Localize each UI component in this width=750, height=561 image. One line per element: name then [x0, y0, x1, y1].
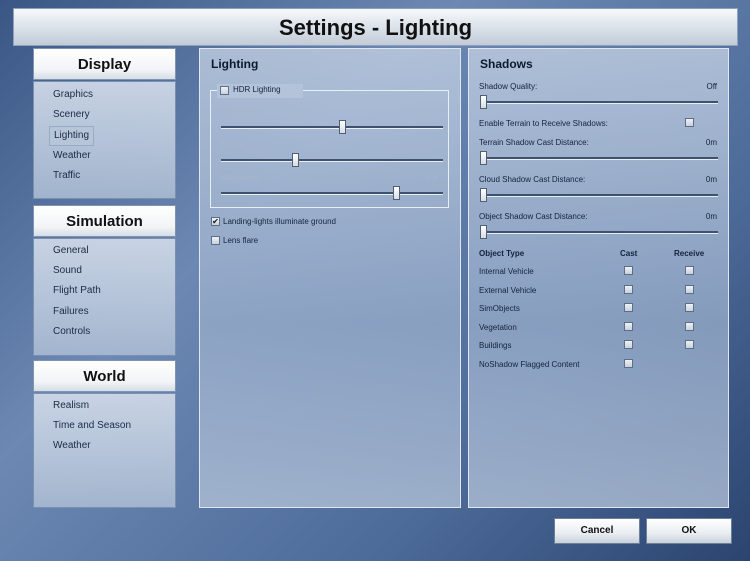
shadow-row-label: NoShadow Flagged Content — [479, 359, 580, 369]
cast-header: Cast — [620, 249, 638, 258]
hdr-lighting-group: HDR Lighting Brightness: 1.1 Bloom: 1 Sa… — [210, 84, 449, 208]
brightness-slider[interactable] — [221, 126, 443, 129]
saturation-slider[interactable] — [221, 192, 443, 195]
nav-header-world[interactable]: World — [33, 360, 176, 392]
terrain-receive-checkbox[interactable] — [685, 118, 694, 127]
shadows-panel: Shadows Shadow Quality: Off Enable Terra… — [468, 48, 729, 508]
settings-window: Settings - Lighting Display Graphics Sce… — [0, 0, 750, 561]
shadow-row-label: External Vehicle — [479, 285, 537, 295]
shadow-row-label: SimObjects — [479, 304, 520, 313]
shadow-row-label: Vegetation — [479, 322, 517, 332]
nav-item-weather-display[interactable]: Weather — [49, 147, 95, 165]
bloom-value: 1 — [433, 140, 438, 149]
hdr-legend: HDR Lighting — [217, 84, 303, 98]
shadow-quality-slider[interactable] — [480, 101, 718, 104]
lens-flare-checkbox[interactable] — [211, 236, 220, 245]
shadow-receive-checkbox[interactable] — [685, 340, 694, 349]
window-title: Settings - Lighting — [278, 15, 473, 40]
bloom-slider[interactable] — [221, 159, 443, 162]
landing-lights-label: Landing-lights illuminate ground — [223, 217, 336, 226]
cloud-cast-label: Cloud Shadow Cast Distance: — [479, 175, 586, 184]
shadow-cast-checkbox[interactable] — [624, 284, 633, 294]
title-bar: Settings - Lighting — [13, 8, 738, 46]
nav-header-simulation[interactable]: Simulation — [33, 205, 176, 237]
shadow-receive-checkbox[interactable] — [685, 266, 694, 275]
saturation-slider-thumb[interactable] — [393, 186, 400, 200]
cloud-cast-slider-thumb[interactable] — [480, 188, 487, 202]
terrain-cast-label: Terrain Shadow Cast Distance: — [479, 138, 589, 147]
object-cast-label: Object Shadow Cast Distance: — [479, 212, 588, 221]
nav-item-failures[interactable]: Failures — [49, 303, 93, 321]
nav-item-general[interactable]: General — [49, 242, 93, 260]
nav-item-scenery[interactable]: Scenery — [49, 106, 94, 124]
bloom-slider-thumb[interactable] — [291, 153, 299, 167]
nav-item-graphics[interactable]: Graphics — [49, 86, 97, 104]
terrain-cast-slider[interactable] — [480, 157, 718, 160]
cloud-cast-value: 0m — [705, 175, 717, 184]
nav-item-flight-path[interactable]: Flight Path — [49, 282, 105, 300]
shadow-cast-checkbox[interactable] — [624, 340, 633, 349]
shadows-panel-title: Shadows — [480, 57, 533, 71]
shadow-receive-checkbox[interactable] — [685, 284, 694, 294]
shadow-quality-slider-thumb[interactable] — [480, 95, 487, 109]
lighting-panel: Lighting HDR Lighting Brightness: 1.1 Bl… — [199, 48, 461, 508]
shadow-cast-checkbox[interactable] — [624, 358, 633, 368]
shadow-row-label: Internal Vehicle — [479, 267, 534, 276]
cloud-cast-slider[interactable] — [480, 194, 718, 197]
object-cast-slider[interactable] — [480, 231, 718, 234]
nav-group-world: Realism Time and Season Weather — [33, 393, 176, 508]
terrain-cast-slider-thumb[interactable] — [480, 151, 487, 165]
shadow-receive-checkbox[interactable] — [685, 303, 694, 312]
shadow-quality-label: Shadow Quality: — [479, 82, 538, 91]
shadow-cast-checkbox[interactable] — [624, 321, 633, 331]
nav-item-traffic[interactable]: Traffic — [49, 167, 84, 185]
nav-item-lighting[interactable]: Lighting — [49, 126, 95, 146]
lighting-panel-title: Lighting — [211, 57, 259, 71]
nav-item-sound[interactable]: Sound — [49, 262, 86, 280]
landing-lights-checkbox[interactable]: ✔ — [211, 217, 220, 226]
nav-item-time-and-season[interactable]: Time and Season — [49, 417, 135, 435]
terrain-receive-label: Enable Terrain to Receive Shadows: — [479, 119, 608, 128]
shadow-cast-checkbox[interactable] — [624, 266, 633, 275]
nav-group-display: Graphics Scenery Lighting Weather Traffi… — [33, 81, 176, 199]
terrain-cast-value: 0m — [705, 138, 717, 147]
saturation-label: Saturation: — [221, 173, 260, 182]
shadow-row-label: Buildings — [479, 341, 512, 350]
brightness-value: 1.1 — [426, 107, 438, 116]
object-type-header: Object Type — [479, 249, 525, 258]
brightness-label: Brightness: — [221, 107, 262, 116]
shadow-quality-value: Off — [706, 82, 717, 91]
hdr-lighting-checkbox[interactable] — [220, 86, 229, 95]
brightness-slider-thumb[interactable] — [339, 120, 347, 134]
nav-item-controls[interactable]: Controls — [49, 323, 94, 341]
shadow-receive-checkbox[interactable] — [685, 321, 694, 331]
receive-header: Receive — [674, 249, 705, 258]
lens-flare-label: Lens flare — [223, 236, 259, 245]
shadow-cast-checkbox[interactable] — [624, 303, 633, 312]
nav-item-weather-world[interactable]: Weather — [49, 437, 95, 455]
ok-button[interactable]: OK — [646, 518, 732, 544]
cancel-button[interactable]: Cancel — [554, 518, 640, 544]
bloom-label: Bloom: — [221, 140, 246, 149]
hdr-lighting-label: HDR Lighting — [233, 85, 281, 94]
nav-item-realism[interactable]: Realism — [49, 397, 93, 415]
nav-group-simulation: General Sound Flight Path Failures Contr… — [33, 238, 176, 356]
object-cast-value: 0m — [705, 212, 717, 221]
saturation-value: 0.8 — [426, 173, 438, 182]
nav-header-display[interactable]: Display — [33, 48, 176, 80]
object-cast-slider-thumb[interactable] — [480, 225, 487, 239]
